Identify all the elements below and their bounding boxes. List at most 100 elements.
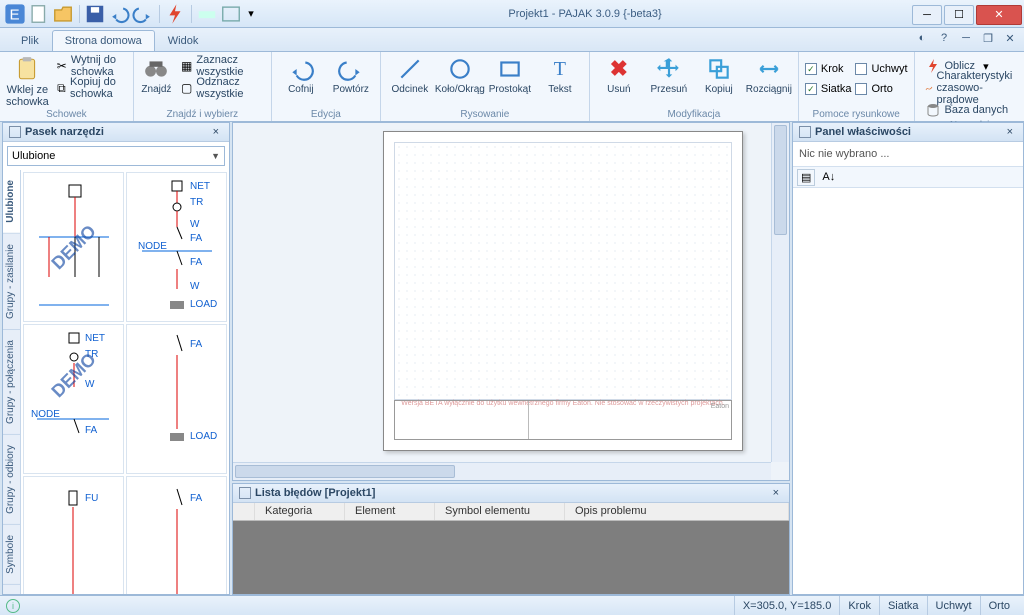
symbol-item[interactable]: FALOAD: [126, 324, 227, 474]
ribbon-group-edycja: Cofnij Powtórz Edycja: [272, 52, 381, 121]
symbol-item[interactable]: NETTRWFANODEFAWLOAD: [126, 172, 227, 322]
status-siatka[interactable]: Siatka: [879, 596, 927, 615]
tab-plik[interactable]: Plik: [8, 30, 52, 51]
bolt-icon[interactable]: [164, 3, 186, 25]
side-tab-polaczenia[interactable]: Grupy - połączenia: [3, 330, 20, 435]
properties-body: [793, 188, 1023, 594]
pin-icon[interactable]: [239, 487, 251, 499]
qat-extra2-icon[interactable]: [220, 3, 242, 25]
drawing-page[interactable]: Wersja BETA wyłącznie do użytku wewnętrz…: [383, 131, 743, 451]
rect-button[interactable]: Prostokąt: [487, 54, 533, 106]
stretch-button[interactable]: Rozciągnij: [746, 54, 792, 106]
errorlist-col-kategoria[interactable]: Kategoria: [255, 503, 345, 520]
svg-text:LOAD: LOAD: [190, 431, 217, 442]
undo-button[interactable]: Cofnij: [278, 54, 324, 106]
status-krok[interactable]: Krok: [839, 596, 879, 615]
move-button[interactable]: Przesuń: [646, 54, 692, 106]
side-tab-ulubione[interactable]: Ulubione: [3, 170, 20, 234]
style-icon[interactable]: ◐: [914, 30, 930, 46]
qat-extra1-icon[interactable]: [196, 3, 218, 25]
svg-text:NET: NET: [190, 181, 210, 192]
mdi-minimize-icon[interactable]: ─: [958, 30, 974, 46]
tab-strona-domowa[interactable]: Strona domowa: [52, 30, 155, 51]
save-icon[interactable]: [84, 3, 106, 25]
errorlist-col-element[interactable]: Element: [345, 503, 435, 520]
categorize-icon[interactable]: ▤: [797, 169, 815, 186]
toolbox-category-select[interactable]: Ulubione ▼: [7, 146, 225, 166]
copy-button[interactable]: ⧉Kopiuj do schowka: [53, 78, 127, 98]
properties-titlebar[interactable]: Panel właściwości ×: [793, 123, 1023, 142]
symbol-item[interactable]: DEMO NETTRWNODEFA: [23, 324, 124, 474]
toolbox-title: Pasek narzędzi: [25, 126, 209, 138]
delete-button[interactable]: ✖Usuń: [596, 54, 642, 106]
qat-sep: [76, 3, 82, 25]
hscroll-thumb[interactable]: [235, 465, 455, 478]
symbol-item[interactable]: FAW: [126, 476, 227, 594]
ribbon-group-schowek: Wklej zeschowka ✂Wytnij do schowka ⧉Kopi…: [0, 52, 134, 121]
window-maximize-button[interactable]: ☐: [944, 5, 974, 25]
characteristics-button[interactable]: Charakterystyki czasowo-prądowe: [921, 78, 1024, 98]
group-label-edycja: Edycja: [278, 109, 374, 121]
tab-widok[interactable]: Widok: [155, 30, 212, 51]
redo-icon[interactable]: [132, 3, 154, 25]
sort-icon[interactable]: A↓: [819, 170, 838, 184]
copy-obj-button[interactable]: Kopiuj: [696, 54, 742, 106]
canvas-vscrollbar[interactable]: [771, 123, 789, 462]
toolbox-titlebar[interactable]: Pasek narzędzi ×: [3, 123, 229, 142]
binoculars-icon: [143, 56, 169, 82]
window-titlebar: E ▾ Projekt1 - PAJAK 3.0.9 {-beta3} ─ ☐ …: [0, 0, 1024, 28]
side-tab-zasilanie[interactable]: Grupy - zasilanie: [3, 234, 20, 330]
deselect-all-button[interactable]: ▢Odznacz wszystkie: [177, 78, 265, 98]
circle-icon: [447, 56, 473, 82]
pin-icon[interactable]: [9, 126, 21, 138]
krok-checkbox[interactable]: ✓Krok: [805, 60, 852, 78]
status-orto[interactable]: Orto: [980, 596, 1018, 615]
app-icon[interactable]: E: [4, 3, 26, 25]
svg-text:FA: FA: [190, 257, 203, 268]
paste-button[interactable]: Wklej zeschowka: [6, 54, 49, 106]
errorlist-col-opis[interactable]: Opis problemu: [565, 503, 789, 520]
vscroll-thumb[interactable]: [774, 125, 787, 235]
uchwyt-checkbox[interactable]: Uchwyt: [855, 60, 907, 78]
undo-icon[interactable]: [108, 3, 130, 25]
help-icon[interactable]: ?: [936, 30, 952, 46]
redo-button[interactable]: Powtórz: [328, 54, 374, 106]
new-icon[interactable]: [28, 3, 50, 25]
open-icon[interactable]: [52, 3, 74, 25]
drawing-canvas[interactable]: Wersja BETA wyłącznie do użytku wewnętrz…: [232, 122, 790, 481]
siatka-checkbox[interactable]: ✓Siatka: [805, 80, 852, 98]
mdi-restore-icon[interactable]: ❐: [980, 30, 996, 46]
group-label-schowek: Schowek: [6, 109, 127, 121]
database-button[interactable]: Baza danych: [921, 100, 1024, 120]
cut-button[interactable]: ✂Wytnij do schowka: [53, 56, 127, 76]
select-all-button[interactable]: ▦Zaznacz wszystkie: [177, 56, 265, 76]
find-button[interactable]: Znajdź: [140, 54, 173, 106]
errorlist-col-symbol[interactable]: Symbol elementu: [435, 503, 565, 520]
side-tab-odbiory[interactable]: Grupy - odbiory: [3, 435, 20, 525]
properties-toolbar: ▤ A↓: [793, 166, 1023, 188]
pin-icon[interactable]: [799, 126, 811, 138]
qat-dropdown-icon[interactable]: ▾: [244, 3, 258, 25]
mdi-close-icon[interactable]: ✕: [1002, 30, 1018, 46]
qat-sep: [156, 3, 162, 25]
window-close-button[interactable]: ✕: [976, 5, 1022, 25]
errorlist-col-icon[interactable]: [233, 503, 255, 520]
symbol-item[interactable]: DEMO: [23, 172, 124, 322]
side-tab-symbole[interactable]: Symbole: [3, 525, 20, 585]
canvas-hscrollbar[interactable]: [233, 462, 771, 480]
window-minimize-button[interactable]: ─: [912, 5, 942, 25]
properties-close-button[interactable]: ×: [1003, 126, 1017, 138]
orto-checkbox[interactable]: Orto: [855, 80, 907, 98]
status-uchwyt[interactable]: Uchwyt: [927, 596, 980, 615]
stretch-icon: [756, 56, 782, 82]
symbol-item[interactable]: FUW: [23, 476, 124, 594]
circle-button[interactable]: Koło/Okrąg: [437, 54, 483, 106]
toolbox-panel: Pasek narzędzi × Ulubione ▼ Ulubione Gru…: [2, 122, 230, 595]
text-button[interactable]: TTekst: [537, 54, 583, 106]
errorlist-close-button[interactable]: ×: [769, 487, 783, 499]
info-icon[interactable]: i: [6, 599, 20, 613]
line-button[interactable]: Odcinek: [387, 54, 433, 106]
svg-text:W: W: [85, 379, 95, 390]
errorlist-titlebar[interactable]: Lista błędów [Projekt1] ×: [233, 484, 789, 503]
toolbox-close-button[interactable]: ×: [209, 126, 223, 138]
